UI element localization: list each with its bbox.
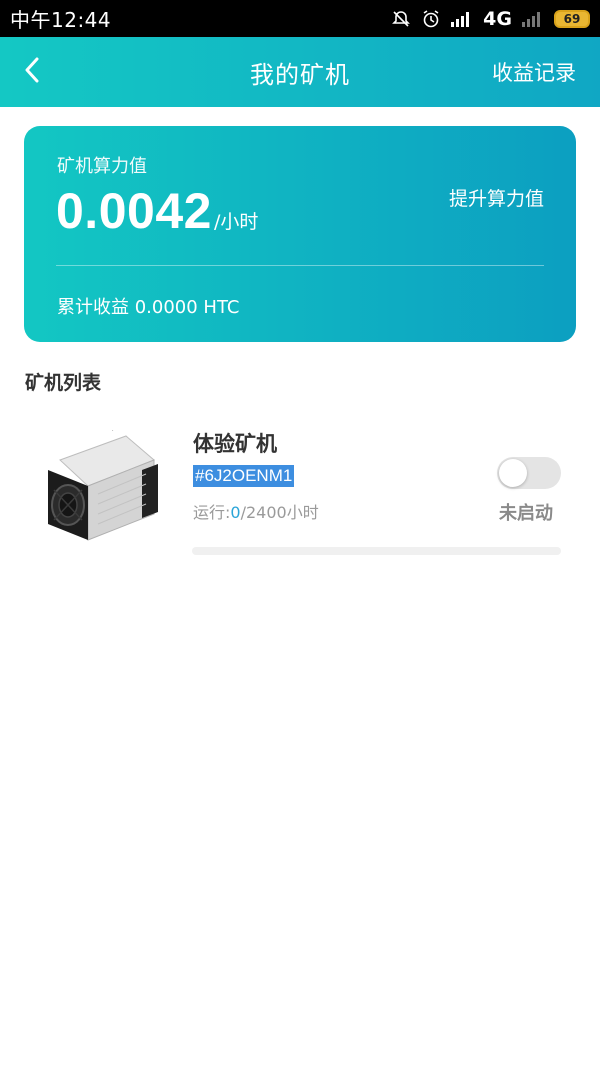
miner-progress-bar bbox=[192, 547, 561, 555]
miner-name: 体验矿机 bbox=[193, 432, 277, 456]
hashrate-card: 矿机算力值 0.0042 /小时 提升算力值 累计收益 0.0000 HTC bbox=[24, 126, 576, 342]
hashrate-value: 0.0042 bbox=[56, 183, 212, 239]
hashrate-unit: /小时 bbox=[213, 211, 259, 233]
hashrate-value-row: 0.0042 /小时 bbox=[56, 182, 258, 240]
app-header: 我的矿机 收益记录 bbox=[0, 37, 600, 107]
hashrate-label: 矿机算力值 bbox=[57, 156, 147, 177]
list-item[interactable]: 体验矿机 #6J2OENM1 运行:0/2400小时 未启动 bbox=[0, 410, 600, 570]
status-time: 中午12:44 bbox=[10, 8, 112, 32]
signal-weak-icon bbox=[522, 11, 544, 27]
alarm-icon bbox=[421, 9, 441, 29]
signal-icon bbox=[451, 11, 473, 27]
miner-id: #6J2OENM1 bbox=[193, 465, 295, 487]
status-icons: 4G 69 bbox=[391, 8, 590, 30]
toggle-knob bbox=[499, 459, 527, 487]
earnings-record-link[interactable]: 收益记录 bbox=[492, 37, 576, 107]
status-badge: 未启动 bbox=[499, 503, 553, 524]
cumulative-earnings: 累计收益 0.0000 HTC bbox=[57, 297, 240, 318]
miner-list-title: 矿机列表 bbox=[25, 372, 102, 394]
runtime-current: 0 bbox=[230, 503, 241, 522]
miner-toggle[interactable] bbox=[497, 457, 561, 489]
boost-hashrate-button[interactable]: 提升算力值 bbox=[449, 184, 544, 211]
network-type: 4G bbox=[483, 7, 512, 30]
miner-runtime: 运行:0/2400小时 bbox=[193, 499, 319, 523]
card-divider bbox=[56, 265, 544, 266]
mute-notification-icon bbox=[391, 9, 411, 29]
runtime-prefix: 运行: bbox=[193, 503, 231, 522]
status-bar: 中午12:44 4G 69 bbox=[0, 0, 600, 37]
battery-icon: 69 bbox=[554, 9, 590, 28]
miner-image bbox=[42, 413, 162, 548]
runtime-total: /2400小时 bbox=[240, 503, 319, 522]
